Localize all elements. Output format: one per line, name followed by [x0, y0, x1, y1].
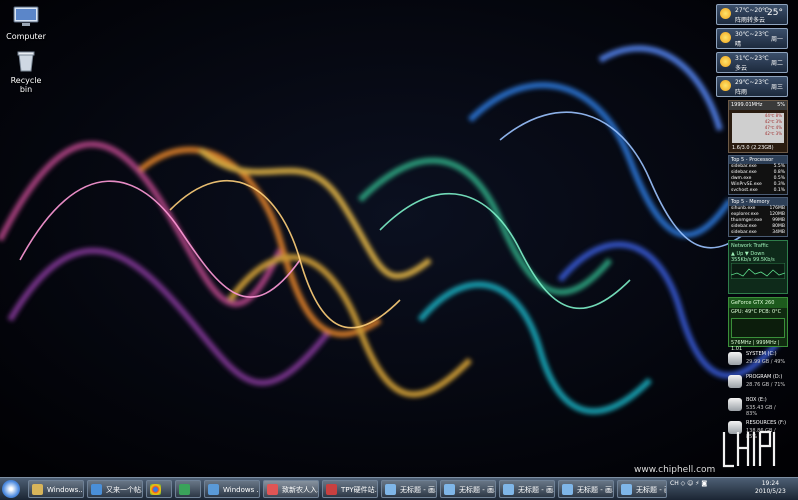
cpu-meter-gadget[interactable]: 1999.01MHz 5% 44℃ 8% 42℃ 3% 47℃ 4% 42℃ 3… [728, 100, 788, 153]
weather-day: 周三 [770, 84, 783, 91]
drive-name: PROGRAM (D:) [746, 374, 783, 380]
sidebar-gadgets: 27℃~20℃ 阵雨转多云 25° 30℃~23℃ 晴 周一 31℃~23℃ 多… [716, 4, 788, 440]
weather-condition: 阵雨 [735, 89, 748, 96]
recycle-bin-icon [17, 51, 35, 72]
network-down-value: 99.5Kb/s [752, 257, 775, 263]
drive-stats: 535.43 GB / 83% [746, 405, 776, 417]
network-up-value: 355Kb/s [731, 257, 752, 263]
cpu-core-4: 42℃ 3% [764, 131, 782, 136]
weather-gadget-day1[interactable]: 30℃~23℃ 晴 周一 [716, 28, 788, 49]
memory-row: sidebar.exe 34MB [731, 230, 785, 235]
drive-c[interactable]: SYSTEM (C:) 29.99 GB / 49% [728, 350, 788, 370]
recycle-bin-label: Recycle bin [10, 76, 42, 94]
weather-gadget-today[interactable]: 27℃~20℃ 阵雨转多云 25° [716, 4, 788, 25]
wallpaper [0, 0, 798, 477]
taskbar-button-windows[interactable]: Windows ... [204, 480, 260, 498]
browser-icon [91, 484, 102, 495]
computer-label: Computer [6, 32, 46, 41]
paint-icon [444, 484, 455, 495]
gpu-title: GeForce GTX 260 [729, 298, 787, 308]
weather-gadget-day2[interactable]: 31℃~23℃ 多云 周二 [716, 52, 788, 73]
folder-icon [32, 484, 43, 495]
weather-gadget-day3[interactable]: 29℃~23℃ 阵雨 周三 [716, 76, 788, 97]
weather-temp: 25° [767, 8, 783, 18]
hard-drive-icon [728, 375, 742, 388]
taskbar-button-monitor[interactable] [175, 480, 201, 498]
windows-icon [208, 484, 219, 495]
processes-title: Top 5 - Processor [729, 156, 787, 164]
taskbar-button-tpy[interactable]: TPY硬件站... [322, 480, 378, 498]
weather-condition: 阵雨转多云 [735, 17, 766, 24]
taskbar-button-paint-5[interactable]: 无标题 - 画... [617, 480, 667, 498]
gpu-gadget[interactable]: GeForce GTX 260 GPU: 49°C PCB: 0°C 576MH… [728, 297, 788, 352]
monitor-icon [179, 484, 190, 495]
gpu-graph [731, 318, 785, 338]
network-graph [731, 263, 785, 279]
computer-desktop-icon[interactable]: Computer [4, 6, 48, 41]
clock-time: 19:24 [761, 480, 780, 487]
taskbar-button-paint-2[interactable]: 无标题 - 画... [440, 480, 496, 498]
drive-stats: 28.76 GB / 71% [746, 382, 786, 388]
clock-date: 2010/5/23 [755, 488, 786, 495]
weather-day: 周一 [770, 36, 783, 43]
hard-drive-icon [728, 352, 742, 365]
chiphell-logo [722, 430, 776, 468]
paint-icon [562, 484, 573, 495]
sun-icon [720, 8, 731, 19]
hard-drive-icon [728, 398, 742, 411]
network-title: Network Traffic [731, 243, 769, 249]
network-traffic-gadget[interactable]: Network Traffic ▲ Up ▼ Down 355Kb/s 99.5… [728, 240, 788, 294]
system-tray[interactable]: CH ◇ ☺ ⚡ ◙ [670, 480, 707, 498]
memory-title: Top 5 - Memory [729, 198, 787, 206]
weather-range: 27℃~20℃ [735, 7, 769, 14]
cpu-footer: 1.6/3.0 (2.23GB) [732, 145, 774, 151]
sun-icon [720, 32, 731, 43]
weather-range: 30℃~23℃ [735, 31, 769, 38]
taskbar-button-explorer[interactable]: Windows... [28, 480, 84, 498]
top-memory-gadget[interactable]: Top 5 - Memory sihunb.exe 176MB explorer.… [728, 197, 788, 237]
gpu-temps: GPU: 49°C PCB: 0°C [731, 309, 782, 315]
drive-stats: 29.99 GB / 49% [746, 359, 786, 365]
start-button[interactable] [2, 480, 20, 498]
watermark: www.chiphell.com [634, 465, 716, 475]
taskbar-button-active-app[interactable]: 致新农人入... [263, 480, 319, 498]
taskbar-button-forum[interactable]: 又来一个帖... [87, 480, 143, 498]
taskbar: Windows... 又来一个帖... Windows ... 致新农人入...… [0, 477, 798, 500]
top-processes-gadget[interactable]: Top 5 - Processor sidebar.exe 5.5% sideba… [728, 155, 788, 195]
weather-condition: 多云 [735, 65, 748, 72]
taskbar-button-paint-4[interactable]: 无标题 - 画... [558, 480, 614, 498]
drive-e[interactable]: BOX (E:) 535.43 GB / 83% [728, 396, 788, 417]
weather-range: 31℃~23℃ [735, 55, 769, 62]
taskbar-button-paint-3[interactable]: 无标题 - 画... [499, 480, 555, 498]
chrome-icon [150, 484, 161, 495]
app-icon [267, 484, 278, 495]
drive-name: BOX (E:) [746, 397, 767, 403]
computer-icon [13, 6, 39, 26]
sun-icon [720, 56, 731, 67]
app-icon [326, 484, 337, 495]
weather-condition: 晴 [735, 41, 742, 48]
clock[interactable]: 19:24 2010/5/23 [755, 480, 786, 496]
process-row: svchost.exe 0.1% [731, 188, 785, 193]
taskbar-button-chrome[interactable] [146, 480, 172, 498]
cpu-graph: 44℃ 8% 42℃ 3% 47℃ 4% 42℃ 3% [732, 113, 784, 143]
paint-icon [503, 484, 514, 495]
paint-icon [385, 484, 396, 495]
taskbar-button-paint-1[interactable]: 无标题 - 画... [381, 480, 437, 498]
weather-range: 29℃~23℃ [735, 79, 769, 86]
drive-d[interactable]: PROGRAM (D:) 28.76 GB / 71% [728, 373, 788, 393]
drive-name: SYSTEM (C:) [746, 351, 777, 357]
sun-icon [720, 80, 731, 91]
recycle-bin-desktop-icon[interactable]: Recycle bin [4, 50, 48, 94]
cpu-percent: 5% [777, 102, 785, 108]
paint-icon [621, 484, 632, 495]
weather-day: 周二 [770, 60, 783, 67]
cpu-frequency: 1999.01MHz [731, 102, 763, 108]
